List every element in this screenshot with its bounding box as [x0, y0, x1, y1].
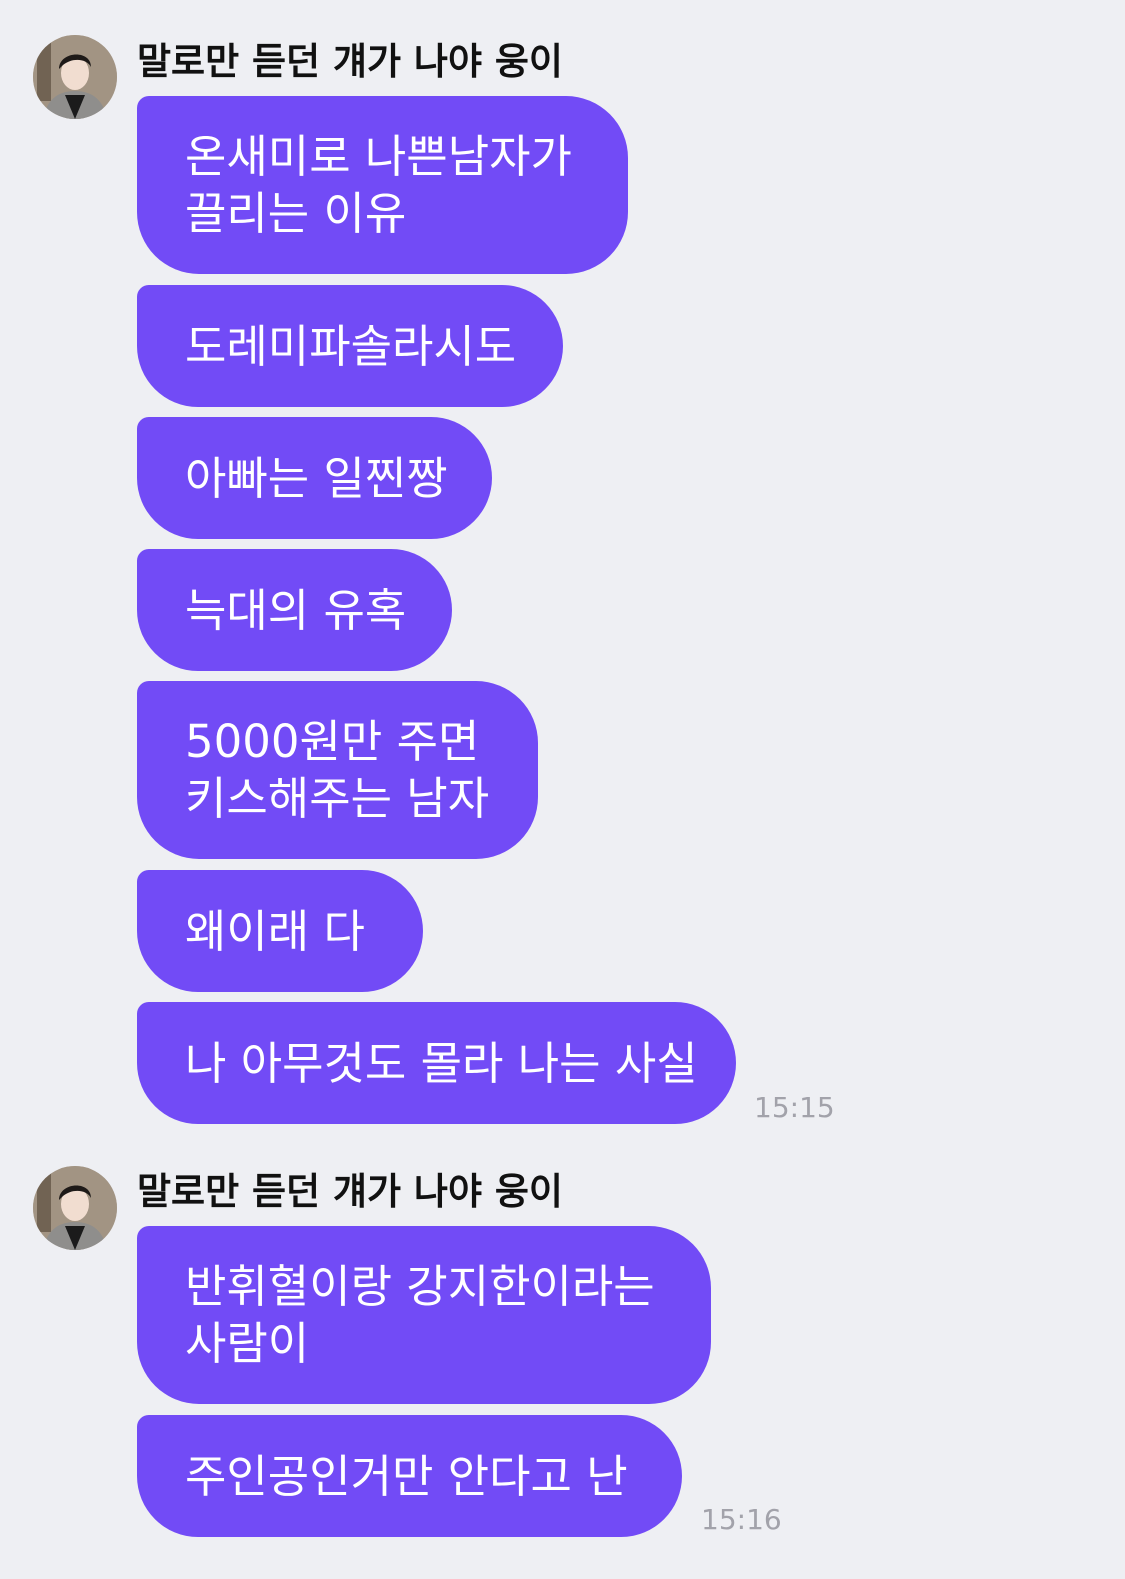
message-bubble[interactable]: 도레미파솔라시도 — [137, 285, 563, 407]
message-text: 주인공인거만 안다고 난 — [185, 1449, 628, 1503]
message-bubble[interactable]: 늑대의 유혹 — [137, 549, 452, 671]
avatar[interactable] — [33, 1166, 117, 1250]
message-line: 끌리는 이유 — [185, 187, 407, 240]
message-bubble[interactable]: 왜이래 다 — [137, 870, 423, 992]
message-text: 온새미로 나쁜남자가 끌리는 이유 — [185, 128, 572, 242]
sender-name: 말로만 듣던 걔가 나야 웅이 — [137, 40, 563, 83]
timestamp: 15:15 — [754, 1091, 835, 1124]
message-line: 반휘혈이랑 강지한이라는 — [185, 1260, 655, 1313]
message-text: 나 아무것도 몰라 나는 사실 — [185, 1036, 698, 1090]
message-text: 5000원만 주면 키스해주는 남자 — [185, 713, 489, 827]
message-line: 5000원만 주면 — [185, 715, 480, 768]
profile-photo-icon — [33, 35, 117, 119]
message-text: 왜이래 다 — [185, 904, 365, 958]
message-bubble[interactable]: 나 아무것도 몰라 나는 사실 — [137, 1002, 736, 1124]
avatar[interactable] — [33, 35, 117, 119]
message-line: 키스해주는 남자 — [185, 772, 490, 825]
message-line: 사람이 — [185, 1317, 310, 1370]
message-bubble[interactable]: 온새미로 나쁜남자가 끌리는 이유 — [137, 96, 628, 274]
message-bubble[interactable]: 5000원만 주면 키스해주는 남자 — [137, 681, 538, 859]
message-text: 늑대의 유혹 — [185, 583, 407, 637]
message-bubble[interactable]: 주인공인거만 안다고 난 — [137, 1415, 682, 1537]
profile-photo-icon — [33, 1166, 117, 1250]
message-bubble[interactable]: 반휘혈이랑 강지한이라는 사람이 — [137, 1226, 711, 1404]
message-text: 아빠는 일찐짱 — [185, 451, 448, 505]
message-bubble[interactable]: 아빠는 일찐짱 — [137, 417, 492, 539]
sender-name: 말로만 듣던 걔가 나야 웅이 — [137, 1170, 563, 1213]
message-text: 도레미파솔라시도 — [185, 319, 517, 373]
timestamp: 15:16 — [701, 1503, 782, 1536]
message-text: 반휘혈이랑 강지한이라는 사람이 — [185, 1258, 655, 1372]
message-line: 온새미로 나쁜남자가 — [185, 130, 572, 183]
